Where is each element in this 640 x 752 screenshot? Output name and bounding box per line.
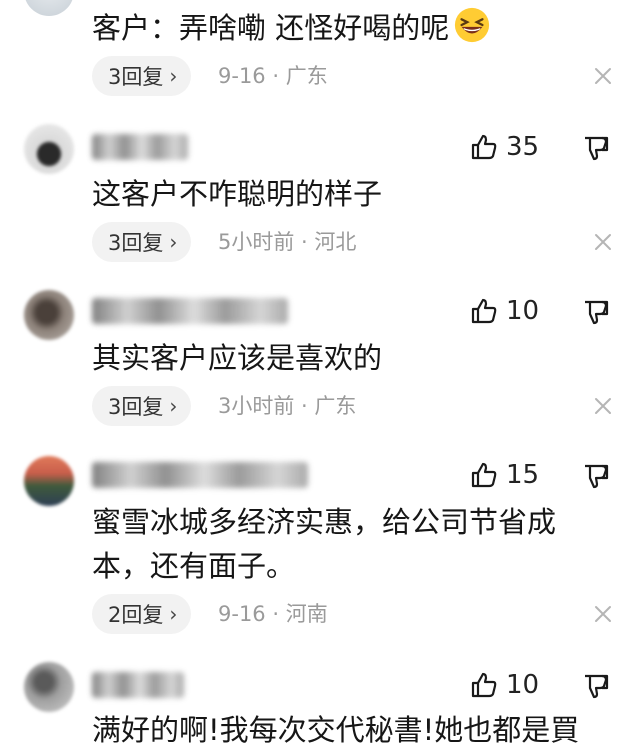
meta-separator: · — [294, 230, 315, 254]
avatar[interactable] — [24, 124, 74, 174]
avatar[interactable] — [24, 456, 74, 506]
thumbs-up-icon — [471, 134, 497, 160]
comment-text-line: 本，还有面子。 — [92, 549, 296, 583]
close-icon[interactable] — [590, 393, 616, 419]
like-count: 35 — [506, 132, 540, 162]
comment-text: 客户：弄啥嘞 还怪好喝的呢 — [92, 6, 612, 50]
like-button[interactable]: 10 — [470, 296, 539, 326]
comment-text: 这客户不咋聪明的样子 — [92, 177, 383, 211]
comment-meta: 9-16 · 广东 — [218, 56, 328, 96]
thumbs-down-icon[interactable] — [582, 462, 610, 490]
thumbs-up-icon — [471, 298, 497, 324]
comment-date: 9-16 — [218, 64, 266, 88]
thumbs-down-icon[interactable] — [582, 298, 610, 326]
comment-text: 满好的啊!我每次交代秘書!她也都是買 — [92, 713, 580, 747]
like-count: 15 — [506, 460, 540, 490]
username-blurred[interactable] — [92, 462, 308, 488]
like-count: 10 — [506, 670, 540, 700]
close-icon[interactable] — [590, 601, 616, 627]
chevron-right-icon: › — [169, 394, 178, 418]
comment-date: 5小时前 — [218, 230, 295, 254]
reply-count-button[interactable]: 3回复 › — [92, 56, 192, 96]
close-icon[interactable] — [590, 229, 616, 255]
comment-meta: 9-16 · 河南 — [218, 594, 328, 634]
comment-date: 9-16 — [218, 602, 266, 626]
thumbs-up-icon — [471, 462, 497, 488]
comment-meta: 3小时前 · 广东 — [218, 386, 356, 426]
comment-text-line: 蜜雪冰城多经济实惠，给公司节省成 — [92, 505, 557, 539]
like-count: 10 — [506, 296, 540, 326]
reply-count-button[interactable]: 3回复 › — [92, 386, 192, 426]
username-blurred[interactable] — [92, 672, 184, 698]
thumbs-down-icon[interactable] — [582, 672, 610, 700]
comment-date: 3小时前 — [218, 394, 295, 418]
chevron-right-icon: › — [169, 230, 178, 254]
chevron-right-icon: › — [169, 602, 178, 626]
comment-meta: 5小时前 · 河北 — [218, 222, 356, 262]
meta-separator: · — [265, 64, 286, 88]
comment-location: 广东 — [285, 64, 328, 88]
comment-text-content: 客户：弄啥嘞 还怪好喝的呢 — [92, 11, 450, 45]
reply-count-label: 3回复 — [108, 395, 164, 419]
reply-count-button[interactable]: 2回复 › — [92, 594, 192, 634]
reply-count-label: 2回复 — [108, 603, 164, 627]
meta-separator: · — [294, 394, 315, 418]
comment-text: 其实客户应该是喜欢的 — [92, 341, 383, 375]
reply-count-label: 3回复 — [108, 65, 164, 89]
username-blurred[interactable] — [92, 134, 188, 160]
chevron-right-icon: › — [169, 64, 178, 88]
comment-text: 蜜雪冰城多经济实惠，给公司节省成 本，还有面子。 — [92, 500, 612, 588]
like-button[interactable]: 15 — [470, 460, 539, 490]
avatar[interactable] — [24, 0, 74, 16]
username-blurred[interactable] — [92, 298, 288, 324]
like-button[interactable]: 35 — [470, 132, 539, 162]
avatar[interactable] — [24, 662, 74, 712]
grinning-squint-emoji-icon — [455, 7, 490, 43]
comment-location: 河北 — [314, 230, 357, 254]
like-button[interactable]: 10 — [470, 670, 539, 700]
avatar[interactable] — [24, 290, 74, 340]
reply-count-label: 3回复 — [108, 231, 164, 255]
close-icon[interactable] — [590, 63, 616, 89]
comment-location: 河南 — [285, 602, 328, 626]
reply-count-button[interactable]: 3回复 › — [92, 222, 192, 262]
meta-separator: · — [265, 602, 286, 626]
thumbs-down-icon[interactable] — [582, 134, 610, 162]
thumbs-up-icon — [471, 672, 497, 698]
comment-location: 广东 — [314, 394, 357, 418]
